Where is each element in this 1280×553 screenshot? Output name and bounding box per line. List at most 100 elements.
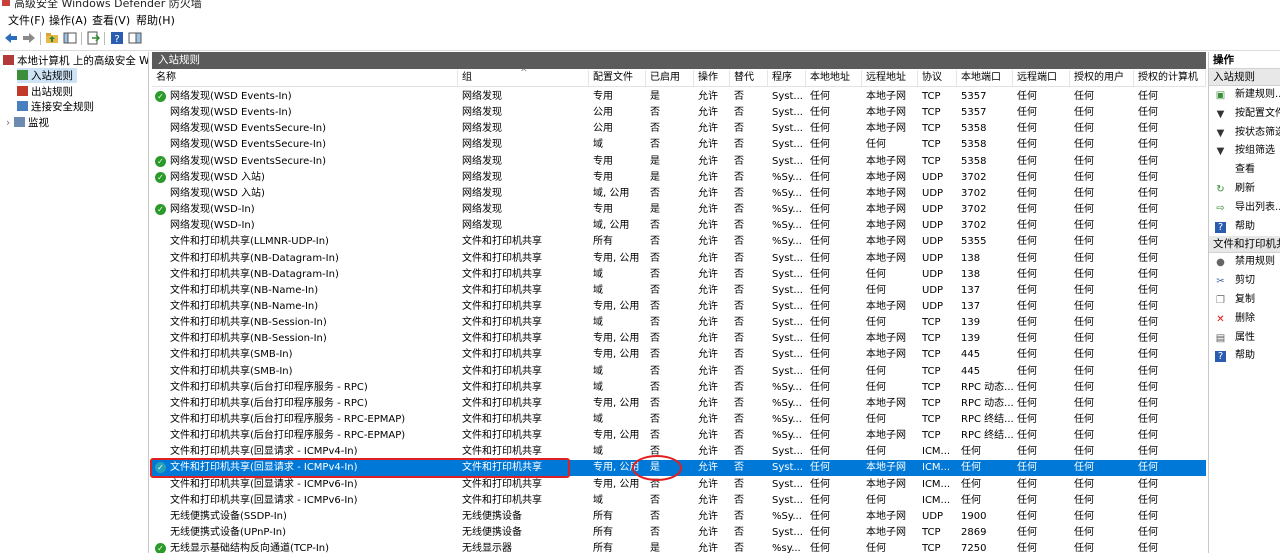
action-item[interactable]: ▼ 按组筛选 (1209, 142, 1280, 161)
cell-remote-address: 本地子网 (866, 123, 906, 135)
back-arrow-icon[interactable] (4, 31, 18, 45)
table-row[interactable]: 网络发现(WSD 入站) 网络发现 域, 公用 否 允许 否 %Sy... 任何 本地子网 UDP… (152, 186, 1206, 202)
action-item[interactable]: ✂ 剪切 (1209, 272, 1280, 291)
cell-enabled: 否 (650, 123, 660, 135)
menu-file[interactable]: 文件(F) (8, 12, 45, 28)
cell-remote-port: 任何 (1017, 381, 1037, 393)
column-header-col-local-address[interactable]: 本地地址 (806, 70, 862, 86)
cell-authorized-computers: 任何 (1138, 220, 1158, 232)
cell-remote-port: 任何 (1017, 494, 1037, 506)
help-icon[interactable]: ? (110, 31, 124, 45)
expand-chevron-icon[interactable]: › (6, 117, 14, 129)
table-row[interactable]: 文件和打印机共享(SMB-In) 文件和打印机共享 专用, 公用否允许否 Syst..… (152, 347, 1206, 363)
action-item[interactable]: 查看 (1209, 161, 1280, 180)
menu-help[interactable]: 帮助(H) (136, 12, 175, 28)
cell-group: 网络发现 (462, 171, 502, 183)
cell-profile: 域 (593, 317, 603, 329)
cell-override: 否 (734, 187, 744, 199)
cell-authorized-computers: 任何 (1138, 204, 1158, 216)
action-item[interactable]: ● 禁用规则 (1209, 253, 1280, 272)
cell-group: 文件和打印机共享 (462, 317, 542, 329)
table-row[interactable]: 文件和打印机共享(SMB-In) 文件和打印机共享 域 否 允许 否 Syst... 任何 任何… (152, 364, 1206, 380)
action-item[interactable]: ▼ 按状态筛选 (1209, 124, 1280, 143)
cell-authorized-computers: 任何 (1138, 478, 1158, 490)
cell-enabled: 否 (650, 252, 660, 264)
cut-icon: ✂ (1216, 276, 1225, 288)
table-row[interactable]: ✓ 无线显示基础结构反向通道(TCP-In) 无线显示器 所有 是 允许 否 %sy... 任何… (152, 541, 1206, 553)
table-row[interactable]: 文件和打印机共享(回显请求 - ICMPv6-In) 文件和打印机共享 专用, 公用… (152, 477, 1206, 493)
column-header-col-remote-port[interactable]: 远程端口 (1013, 70, 1070, 86)
column-header-col-remote-address[interactable]: 远程地址 (862, 70, 918, 86)
tree-root[interactable]: 本地计算机 上的高级安全 Windows Defender 防火墙 (3, 53, 148, 68)
action-item[interactable]: ✕ 删除 (1209, 310, 1280, 329)
actions-section-inbound[interactable]: 入站规则 (1209, 69, 1280, 86)
table-row[interactable]: 网络发现(WSD EventsSecure-In) 网络发现 公用 否 允许 否 Syst.… (152, 121, 1206, 137)
table-row[interactable]: 文件和打印机共享(回显请求 - ICMPv6-In) 文件和打印机共享 域 否 允许 否 S… (152, 493, 1206, 509)
action-label: 删除 (1235, 312, 1255, 324)
table-row[interactable]: 文件和打印机共享(后台打印程序服务 - RPC) 文件和打印机共享 域 否 允许 否 %Sy… (152, 380, 1206, 396)
actions-section-selected-rule[interactable]: 文件和打印机共享(回显请求 - ICMPv4-In) (1209, 236, 1280, 254)
table-row[interactable]: ✓ 网络发现(WSD 入站) 网络发现 专用 是 允许 否 %Sy... 任何 本地子网 UDP 37… (152, 170, 1206, 186)
column-header-col-action[interactable]: 操作 (694, 70, 730, 86)
cell-remote-address: 任何 (866, 543, 886, 553)
column-header-col-program[interactable]: 程序 (768, 70, 806, 86)
table-row[interactable]: 文件和打印机共享(后台打印程序服务 - RPC) 文件和打印机共享 专用, 公用否允… (152, 396, 1206, 412)
column-header-col-authorized-users[interactable]: 授权的用户 (1070, 70, 1134, 86)
table-row[interactable]: 网络发现(WSD-In) 网络发现 域, 公用 否 允许 否 %Sy... 任何 本地子网 UDP… (152, 218, 1206, 234)
column-header-col-profile[interactable]: 配置文件 (589, 70, 646, 86)
tree-item-inbound-rules[interactable]: 入站规则 (17, 68, 77, 83)
column-header-col-local-port[interactable]: 本地端口 (957, 70, 1013, 86)
cell-local-port: 任何 (961, 494, 981, 506)
cell-local-address: 任何 (810, 123, 830, 135)
cell-authorized-users: 任何 (1074, 365, 1094, 377)
table-row[interactable]: 网络发现(WSD Events-In) 网络发现 公用 否 允许 否 Syst... 任何 本地… (152, 105, 1206, 121)
action-item[interactable]: ❐ 复制 (1209, 291, 1280, 310)
menu-action[interactable]: 操作(A) (49, 12, 87, 28)
menu-view[interactable]: 查看(V) (92, 12, 130, 28)
cell-authorized-computers: 任何 (1138, 236, 1158, 248)
table-row[interactable]: 文件和打印机共享(NB-Session-In) 文件和打印机共享 专用, 公用否允许… (152, 331, 1206, 347)
export-list-icon[interactable] (86, 31, 100, 45)
cell-group: 网络发现 (462, 123, 502, 135)
table-row[interactable]: 文件和打印机共享(NB-Datagram-In) 文件和打印机共享 专用, 公用否允… (152, 251, 1206, 267)
up-folder-icon[interactable] (45, 31, 59, 45)
cell-group: 文件和打印机共享 (462, 381, 542, 393)
tree-item-monitoring[interactable]: › 监视 (6, 115, 49, 130)
cell-name: 文件和打印机共享(回显请求 - ICMPv6-In) (170, 478, 358, 490)
table-row[interactable]: ✓ 网络发现(WSD-In) 网络发现 专用 是 允许 否 %Sy... 任何 本地子网 UDP 37… (152, 202, 1206, 218)
cell-remote-address: 任何 (866, 494, 886, 506)
show-hide-tree-icon[interactable] (63, 31, 77, 45)
tree-item-outbound-rules[interactable]: 出站规则 (17, 84, 73, 99)
table-row[interactable]: 文件和打印机共享(后台打印程序服务 - RPC-EPMAP) 文件和打印机共享 专用… (152, 428, 1206, 444)
console-view-icon[interactable] (128, 31, 142, 45)
column-header-col-name[interactable]: 名称 (152, 70, 458, 86)
action-item[interactable]: ▣ 新建规则... (1209, 86, 1280, 105)
table-row[interactable]: 文件和打印机共享(NB-Datagram-In) 文件和打印机共享 域 否 允许 否 Sys… (152, 267, 1206, 283)
cell-profile: 所有 (593, 236, 613, 248)
action-item[interactable]: ? 帮助 (1209, 218, 1280, 237)
table-row[interactable]: 文件和打印机共享(NB-Session-In) 文件和打印机共享 域 否 允许 否 Syst… (152, 315, 1206, 331)
column-header-col-override[interactable]: 替代 (730, 70, 768, 86)
column-header-col-authorized-computers[interactable]: 授权的计算机 (1134, 70, 1206, 86)
table-row[interactable]: 网络发现(WSD EventsSecure-In) 网络发现 域 否 允许 否 Syst..… (152, 137, 1206, 153)
table-row[interactable]: 文件和打印机共享(NB-Name-In) 文件和打印机共享 域 否 允许 否 Syst...… (152, 283, 1206, 299)
action-item[interactable]: ↻ 刷新 (1209, 180, 1280, 199)
cell-program: Syst... (772, 527, 803, 539)
help-icon: ? (1215, 351, 1226, 363)
table-row[interactable]: 文件和打印机共享(NB-Name-In) 文件和打印机共享 专用, 公用否允许否 Sy… (152, 299, 1206, 315)
action-item[interactable]: ⇨ 导出列表... (1209, 199, 1280, 218)
forward-arrow-icon[interactable] (22, 31, 36, 45)
table-row[interactable]: ✓ 网络发现(WSD Events-In) 网络发现 专用 是 允许 否 Syst... 任何 本… (152, 89, 1206, 105)
action-item[interactable]: ▼ 按配置文件筛选 (1209, 105, 1280, 124)
table-row[interactable]: ✓ 网络发现(WSD EventsSecure-In) 网络发现 专用 是 允许 否 Syst… (152, 154, 1206, 170)
table-row[interactable]: 无线便携式设备(UPnP-In) 无线便携设备 所有 否 允许 否 Syst... 任何 本地子… (152, 525, 1206, 541)
tree-item-connection-security[interactable]: 连接安全规则 (17, 99, 94, 114)
table-row[interactable]: 无线便携式设备(SSDP-In) 无线便携设备 所有 否 允许 否 %Sy... 任何 本地子网… (152, 509, 1206, 525)
action-item[interactable]: ? 帮助 (1209, 347, 1280, 366)
column-header-col-enabled[interactable]: 已启用 (646, 70, 694, 86)
table-row[interactable]: 文件和打印机共享(后台打印程序服务 - RPC-EPMAP) 文件和打印机共享 域 否… (152, 412, 1206, 428)
table-row[interactable]: 文件和打印机共享(LLMNR-UDP-In) 文件和打印机共享 所有 否 允许 否 %Sy.… (152, 234, 1206, 250)
action-item[interactable]: ▤ 属性 (1209, 329, 1280, 348)
action-label: 按组筛选 (1235, 145, 1275, 157)
column-header-col-protocol[interactable]: 协议 (918, 70, 957, 86)
